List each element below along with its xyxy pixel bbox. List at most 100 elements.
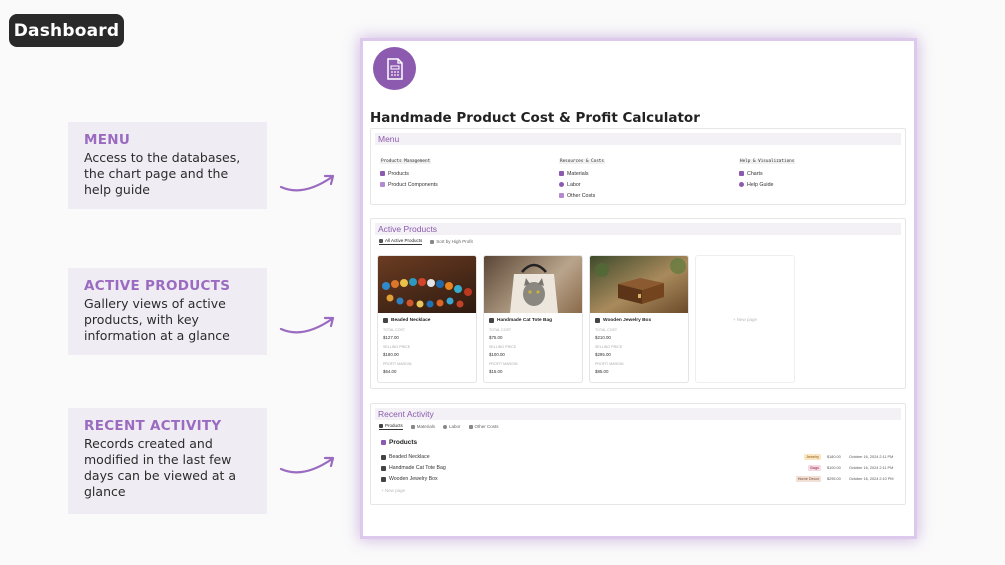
new-page-label: + New page	[381, 487, 406, 493]
chart-icon	[430, 239, 435, 244]
category-tag: Bags	[808, 465, 821, 471]
jewelry-box-image	[590, 256, 688, 313]
coins-icon	[468, 424, 473, 429]
menu-link-products[interactable]: Products	[380, 168, 530, 179]
profit-margin-label: PROFIT MARGIN	[489, 362, 518, 366]
selling-price-value: $100.00	[489, 352, 505, 357]
chart-icon	[739, 171, 744, 176]
callout-menu: MENU Access to the databases, the chart …	[68, 122, 267, 209]
total-cost-label: TOTAL COST	[595, 328, 618, 332]
selling-price-label: SELLING PRICE	[595, 345, 623, 349]
table-row[interactable]: Wooden Jewelry Box Home Decor $295.00 Oc…	[381, 474, 899, 484]
product-card[interactable]: Wooden Jewelry Box TOTAL COST $210.00 SE…	[589, 255, 689, 383]
row-date: October 16, 2024 2:11 PM	[849, 466, 894, 470]
box-icon	[383, 318, 388, 323]
tote-bag-image	[484, 256, 582, 313]
tab-labor[interactable]: Labor	[443, 423, 461, 430]
menu-column-label: Help & Visualizations	[739, 159, 796, 164]
total-cost-label: TOTAL COST	[383, 328, 406, 332]
new-page-label: + New page	[732, 316, 758, 322]
callout-text: Gallery views of active products, with k…	[84, 296, 230, 343]
products-subheading: Products	[381, 439, 417, 446]
box-icon	[381, 440, 386, 445]
section-heading: Menu	[375, 133, 901, 145]
box-icon	[381, 454, 386, 460]
category-tag: Jewelry	[804, 454, 821, 460]
tab-sort-by-high-profit[interactable]: Sort by High Profit	[430, 238, 473, 245]
card-title: Beaded Necklace	[383, 318, 476, 323]
help-icon	[739, 182, 744, 187]
recent-activity-section: Recent Activity Products Materials Labor…	[370, 403, 906, 505]
box-icon	[381, 465, 386, 471]
menu-link-charts[interactable]: Charts	[739, 168, 889, 179]
row-price: $100.00	[827, 466, 841, 470]
selling-price-value: $180.00	[383, 352, 399, 357]
callout-active-products: ACTIVE PRODUCTS Gallery views of active …	[68, 268, 267, 355]
menu-link-labor[interactable]: Labor	[559, 179, 709, 190]
selling-price-label: SELLING PRICE	[383, 345, 411, 349]
dashboard-badge: Dashboard	[9, 14, 124, 47]
row-name: Beaded Necklace	[389, 454, 430, 460]
box-icon	[489, 318, 494, 323]
materials-icon	[559, 171, 564, 176]
section-heading: Active Products	[375, 223, 901, 235]
new-page-row[interactable]: + New page	[381, 485, 899, 495]
total-cost-label: TOTAL COST	[489, 328, 512, 332]
menu-link-materials[interactable]: Materials	[559, 168, 709, 179]
profit-margin-value: $15.00	[489, 369, 503, 374]
row-name: Handmade Cat Tote Bag	[389, 465, 446, 471]
profit-margin-label: PROFIT MARGIN	[383, 362, 412, 366]
menu-column-label: Resources & Costs	[559, 159, 605, 164]
product-card[interactable]: Beaded Necklace TOTAL COST $127.00 SELLI…	[377, 255, 477, 383]
menu-link-help-guide[interactable]: Help Guide	[739, 179, 889, 190]
box-icon	[595, 318, 600, 323]
menu-link-product-components[interactable]: Product Components	[380, 179, 530, 190]
category-tag: Home Decor	[795, 476, 821, 482]
gallery-icon	[379, 238, 383, 243]
labor-icon	[559, 182, 564, 187]
tab-all-active-products[interactable]: All Active Products	[379, 238, 423, 245]
profit-margin-label: PROFIT MARGIN	[595, 362, 624, 366]
callout-text: Records created and modified in the last…	[84, 436, 237, 499]
card-title: Wooden Jewelry Box	[595, 318, 688, 323]
menu-link-other-costs[interactable]: Other Costs	[559, 190, 709, 201]
product-card[interactable]: Handmade Cat Tote Bag TOTAL COST $75.00 …	[483, 255, 583, 383]
box-icon	[379, 423, 383, 428]
arrow-icon	[279, 316, 335, 334]
row-date: October 16, 2024 2:10 PM	[849, 477, 894, 481]
arrow-icon	[279, 456, 335, 474]
necklace-image	[378, 256, 476, 313]
callout-title: ACTIVE PRODUCTS	[84, 278, 231, 294]
selling-price-label: SELLING PRICE	[489, 345, 517, 349]
profit-margin-value: $64.00	[383, 369, 397, 374]
row-price: $180.00	[827, 455, 841, 459]
menu-section: Menu Products Management Products Produc…	[370, 128, 906, 205]
row-price: $295.00	[827, 477, 841, 481]
callout-title: RECENT ACTIVITY	[84, 418, 222, 434]
tab-materials[interactable]: Materials	[410, 423, 435, 430]
new-page-card[interactable]: + New page	[695, 255, 795, 383]
active-products-section: Active Products All Active Products Sort…	[370, 218, 906, 389]
total-cost-value: $127.00	[383, 335, 399, 340]
materials-icon	[410, 424, 415, 429]
table-row[interactable]: Beaded Necklace Jewelry $180.00 October …	[381, 452, 899, 462]
menu-column-label: Products Management	[380, 159, 432, 164]
section-heading: Recent Activity	[375, 408, 901, 420]
view-tabs: All Active Products Sort by High Profit	[379, 238, 905, 245]
menu-column: Help & Visualizations Charts Help Guide	[739, 149, 889, 190]
card-title: Handmade Cat Tote Bag	[489, 318, 582, 323]
page-title: Handmade Product Cost & Profit Calculato…	[370, 110, 700, 126]
arrow-icon	[279, 174, 335, 192]
list-icon	[380, 182, 385, 187]
total-cost-value: $210.00	[595, 335, 611, 340]
box-icon	[380, 171, 385, 176]
profit-margin-value: $85.00	[595, 369, 609, 374]
tab-other-costs[interactable]: Other Costs	[468, 423, 499, 430]
box-icon	[381, 476, 386, 482]
callout-recent-activity: RECENT ACTIVITY Records created and modi…	[68, 408, 267, 514]
total-cost-value: $75.00	[489, 335, 503, 340]
table-row[interactable]: Handmade Cat Tote Bag Bags $100.00 Octob…	[381, 463, 899, 473]
tab-products[interactable]: Products	[379, 423, 403, 430]
labor-icon	[443, 424, 448, 429]
callout-title: MENU	[84, 132, 131, 148]
